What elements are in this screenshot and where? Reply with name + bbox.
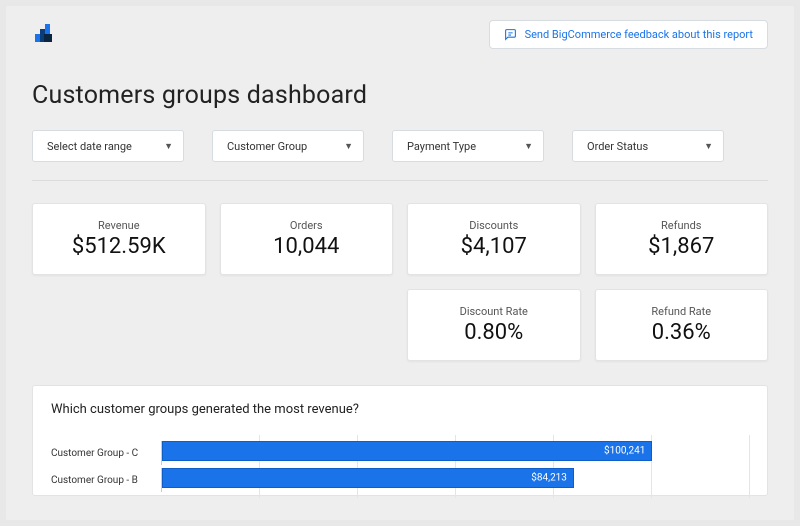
chevron-down-icon: ▼ — [524, 141, 533, 152]
chart-bar-row: Customer Group - B $84,213 — [51, 468, 749, 492]
metrics-row-2: Discount Rate 0.80% Refund Rate 0.36% — [32, 289, 768, 361]
metric-value: $1,867 — [648, 234, 714, 259]
chart-category-label: Customer Group - B — [51, 475, 161, 486]
chart-title: Which customer groups generated the most… — [51, 402, 749, 417]
chart-bar: $84,213 — [162, 468, 574, 488]
metric-card-orders: Orders 10,044 — [220, 203, 394, 275]
metrics-row-1: Revenue $512.59K Orders 10,044 Discounts… — [32, 203, 768, 275]
chevron-down-icon: ▼ — [164, 141, 173, 152]
filter-date-range[interactable]: Select date range ▼ — [32, 130, 184, 162]
metric-card-refund-rate: Refund Rate 0.36% — [595, 289, 769, 361]
chart-category-label: Customer Group - C — [51, 448, 161, 459]
metric-label: Refunds — [661, 219, 701, 232]
filter-label: Payment Type — [407, 140, 476, 153]
page-title: Customers groups dashboard — [32, 81, 768, 110]
filter-customer-group[interactable]: Customer Group ▼ — [212, 130, 364, 162]
metric-value: $512.59K — [72, 234, 166, 259]
metric-value: 0.36% — [652, 320, 711, 345]
metric-card-discounts: Discounts $4,107 — [407, 203, 581, 275]
metric-value: $4,107 — [461, 234, 527, 259]
metric-card-revenue: Revenue $512.59K — [32, 203, 206, 275]
metric-value: 0.80% — [464, 320, 523, 345]
filter-label: Customer Group — [227, 140, 307, 153]
metric-label: Orders — [290, 219, 323, 232]
chart-bar-row: Customer Group - C $100,241 — [51, 441, 749, 465]
metric-label: Refund Rate — [651, 305, 711, 318]
filter-payment-type[interactable]: Payment Type ▼ — [392, 130, 544, 162]
filter-order-status[interactable]: Order Status ▼ — [572, 130, 724, 162]
metric-label: Revenue — [98, 219, 140, 232]
metric-value: 10,044 — [273, 234, 339, 259]
metric-card-discount-rate: Discount Rate 0.80% — [407, 289, 581, 361]
app-logo — [32, 22, 54, 48]
feedback-icon — [504, 28, 517, 41]
chevron-down-icon: ▼ — [344, 141, 353, 152]
filter-label: Select date range — [47, 140, 132, 153]
metric-label: Discount Rate — [460, 305, 528, 318]
chevron-down-icon: ▼ — [704, 141, 713, 152]
send-feedback-button[interactable]: Send BigCommerce feedback about this rep… — [489, 20, 768, 49]
chart-bar: $100,241 — [162, 441, 652, 461]
filter-label: Order Status — [587, 140, 648, 153]
chart-value-label: $84,213 — [531, 473, 567, 484]
chart-value-label: $100,241 — [604, 446, 645, 457]
filter-bar: Select date range ▼ Customer Group ▼ Pay… — [32, 130, 768, 181]
feedback-label: Send BigCommerce feedback about this rep… — [525, 28, 753, 41]
metric-card-refunds: Refunds $1,867 — [595, 203, 769, 275]
metric-label: Discounts — [469, 219, 518, 232]
revenue-by-group-chart: Which customer groups generated the most… — [32, 385, 768, 496]
